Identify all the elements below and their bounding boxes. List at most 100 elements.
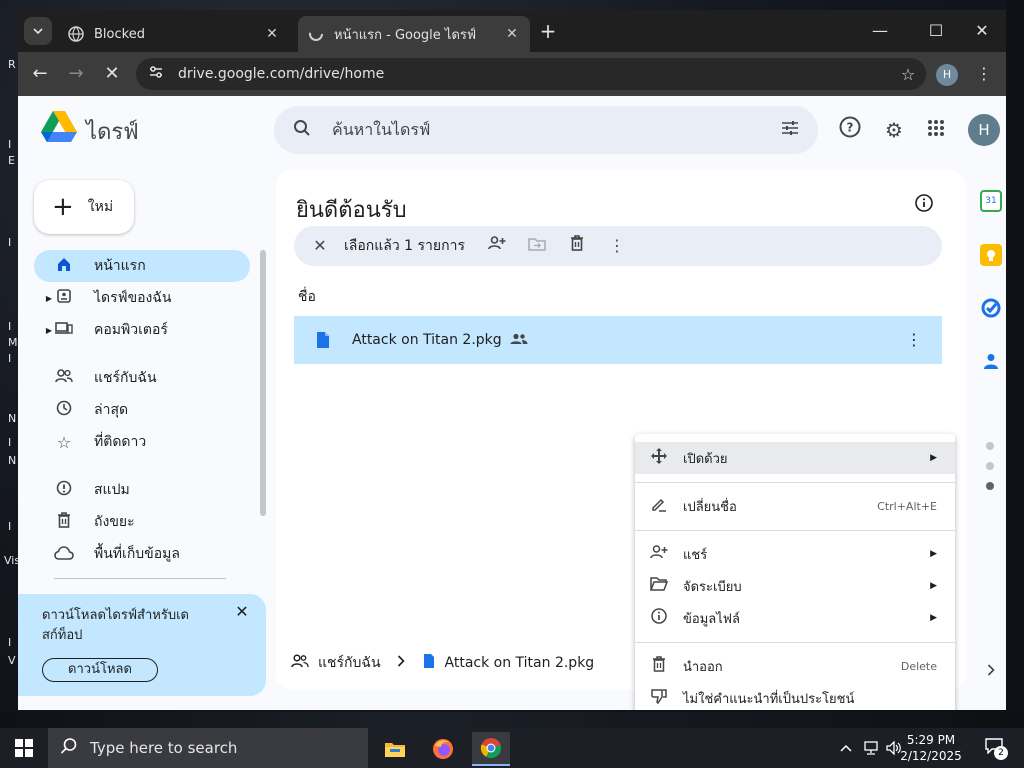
- breadcrumb-folder[interactable]: แชร์กับฉัน: [318, 652, 381, 674]
- shortcut-hint: Ctrl+Alt+E: [877, 499, 937, 513]
- download-button[interactable]: ดาวน์โหลด: [42, 658, 158, 682]
- site-settings-icon[interactable]: [146, 64, 166, 84]
- sidebar-item-trash[interactable]: ถังขยะ: [34, 506, 250, 538]
- menu-divider: [635, 530, 955, 531]
- menu-item-file-info[interactable]: ข้อมูลไฟล์ ▶: [635, 602, 955, 634]
- info-icon[interactable]: [912, 194, 936, 218]
- apps-grid-icon[interactable]: [922, 116, 950, 144]
- chrome-icon[interactable]: [472, 732, 510, 766]
- search-filter-icon[interactable]: [778, 119, 802, 142]
- keep-icon[interactable]: [980, 244, 1002, 266]
- tab-strip: Blocked ✕ หน้าแรก - Google ไดรฟ์ ✕ + — ☐…: [18, 10, 1006, 52]
- network-icon[interactable]: [860, 728, 882, 768]
- maximize-button[interactable]: ☐: [916, 18, 956, 44]
- minimize-button[interactable]: —: [860, 18, 900, 44]
- tab-drive-home[interactable]: หน้าแรก - Google ไดรฟ์ ✕: [298, 16, 530, 52]
- sidebar-item-recent[interactable]: ล่าสุด: [34, 394, 250, 426]
- sidebar-item-computers[interactable]: ▶ คอมพิวเตอร์: [34, 314, 250, 346]
- menu-item-not-helpful[interactable]: ไม่ใช่คำแนะนำที่เป็นประโยชน์: [635, 682, 955, 710]
- back-icon[interactable]: ←: [26, 60, 54, 88]
- sidebar-item-label: ถังขยะ: [94, 514, 135, 530]
- menu-item-label: ข้อมูลไฟล์: [683, 611, 740, 627]
- shortcut-hint: Delete: [900, 659, 937, 673]
- taskbar-search-placeholder: Type here to search: [90, 739, 238, 757]
- close-tab-icon[interactable]: ✕: [504, 26, 520, 42]
- tab-blocked[interactable]: Blocked ✕: [58, 16, 290, 52]
- close-promo-icon[interactable]: ✕: [232, 602, 252, 622]
- taskbar-search[interactable]: Type here to search: [48, 728, 368, 768]
- stop-loading-icon[interactable]: ✕: [98, 60, 126, 88]
- move-folder-icon[interactable]: [523, 232, 551, 260]
- help-icon[interactable]: ?: [836, 116, 864, 144]
- drive-search-bar[interactable]: ค้นหาในไดรฟ์: [274, 106, 818, 154]
- desktop-icon-label: V: [8, 654, 16, 667]
- sidebar-item-home[interactable]: หน้าแรก: [34, 250, 250, 282]
- profile-avatar[interactable]: H: [936, 64, 958, 86]
- menu-item-share[interactable]: แชร์ ▶: [635, 538, 955, 570]
- tasks-icon[interactable]: [980, 298, 1002, 320]
- shared-people-icon: [510, 333, 528, 348]
- sidebar-item-spam[interactable]: สแปม: [34, 474, 250, 506]
- windows-start-icon[interactable]: [14, 738, 34, 758]
- drive-brand[interactable]: ไดรฟ์: [86, 114, 139, 149]
- expand-arrow-icon[interactable]: ▶: [34, 326, 52, 335]
- search-icon[interactable]: [290, 119, 314, 142]
- address-bar[interactable]: drive.google.com/drive/home ☆: [136, 58, 926, 90]
- bookmark-star-icon[interactable]: ☆: [896, 65, 920, 84]
- desktop-right-edge: [1006, 0, 1024, 728]
- sidebar-item-storage[interactable]: พื้นที่เก็บข้อมูล: [34, 538, 250, 570]
- chevron-right-icon[interactable]: [982, 664, 1000, 682]
- selection-toolbar: ✕ เลือกแล้ว 1 รายการ ⋮: [294, 226, 942, 266]
- close-tab-icon[interactable]: ✕: [264, 26, 280, 42]
- taskbar-clock[interactable]: 5:29 PM 2/12/2025: [896, 732, 966, 764]
- shared-people-icon: [52, 368, 76, 388]
- notification-count: 2: [994, 746, 1008, 760]
- folder-open-icon: [649, 577, 669, 595]
- more-actions-icon[interactable]: ⋮: [603, 232, 631, 260]
- contacts-icon[interactable]: [980, 352, 1002, 374]
- menu-item-remove[interactable]: นำออก Delete: [635, 650, 955, 682]
- file-explorer-icon[interactable]: [376, 732, 414, 766]
- info-icon: [649, 608, 669, 628]
- breadcrumb-file[interactable]: Attack on Titan 2.pkg: [445, 655, 595, 671]
- chevron-up-icon[interactable]: [836, 728, 856, 768]
- new-button[interactable]: + ใหม่: [34, 180, 134, 234]
- submenu-arrow-icon: ▶: [930, 549, 937, 559]
- url-text[interactable]: drive.google.com/drive/home: [178, 66, 896, 82]
- menu-item-open-with[interactable]: เปิดด้วย ▶: [635, 442, 955, 474]
- home-icon: [52, 256, 76, 276]
- expand-arrow-icon[interactable]: ▶: [34, 294, 52, 303]
- close-window-button[interactable]: ✕: [962, 18, 1002, 44]
- share-person-add-icon[interactable]: [483, 232, 511, 260]
- tab-search-button[interactable]: [24, 17, 52, 45]
- submenu-arrow-icon: ▶: [930, 453, 937, 463]
- open-with-icon: [649, 448, 669, 468]
- search-input[interactable]: ค้นหาในไดรฟ์: [332, 118, 778, 143]
- sidebar-item-shared-with-me[interactable]: แชร์กับฉัน: [34, 362, 250, 394]
- firefox-icon[interactable]: [424, 732, 462, 766]
- rename-pencil-icon: [649, 496, 669, 516]
- clear-selection-icon[interactable]: ✕: [306, 232, 334, 260]
- account-avatar[interactable]: H: [968, 114, 1000, 146]
- file-row[interactable]: Attack on Titan 2.pkg ⋮: [294, 316, 942, 364]
- sidebar-item-label: ที่ติดดาว: [94, 434, 147, 450]
- sidebar-scrollbar[interactable]: [260, 250, 266, 516]
- forward-icon[interactable]: →: [62, 60, 90, 88]
- menu-item-rename[interactable]: เปลี่ยนชื่อ Ctrl+Alt+E: [635, 490, 955, 522]
- menu-item-organize[interactable]: จัดระเบียบ ▶: [635, 570, 955, 602]
- sidebar-item-starred[interactable]: ☆ ที่ติดดาว: [34, 426, 250, 458]
- calendar-icon[interactable]: 31: [980, 190, 1002, 212]
- notification-center-icon[interactable]: 2: [982, 738, 1008, 760]
- drive-logo-icon: [41, 111, 77, 142]
- trash-icon[interactable]: [563, 232, 591, 260]
- taskbar: Type here to search 5:29 PM 2/12/2025 2: [0, 728, 1024, 768]
- loading-spinner-icon: [308, 26, 324, 42]
- settings-gear-icon[interactable]: ⚙: [880, 116, 908, 144]
- menu-item-label: นำออก: [683, 659, 723, 675]
- sidebar-item-my-drive[interactable]: ▶ ไดรฟ์ของฉัน: [34, 282, 250, 314]
- file-more-icon[interactable]: ⋮: [902, 328, 926, 352]
- menu-item-label: เปิดด้วย: [683, 451, 728, 467]
- name-column-header[interactable]: ชื่อ: [298, 286, 316, 308]
- new-tab-button[interactable]: +: [536, 20, 560, 44]
- browser-menu-icon[interactable]: ⋮: [972, 62, 996, 86]
